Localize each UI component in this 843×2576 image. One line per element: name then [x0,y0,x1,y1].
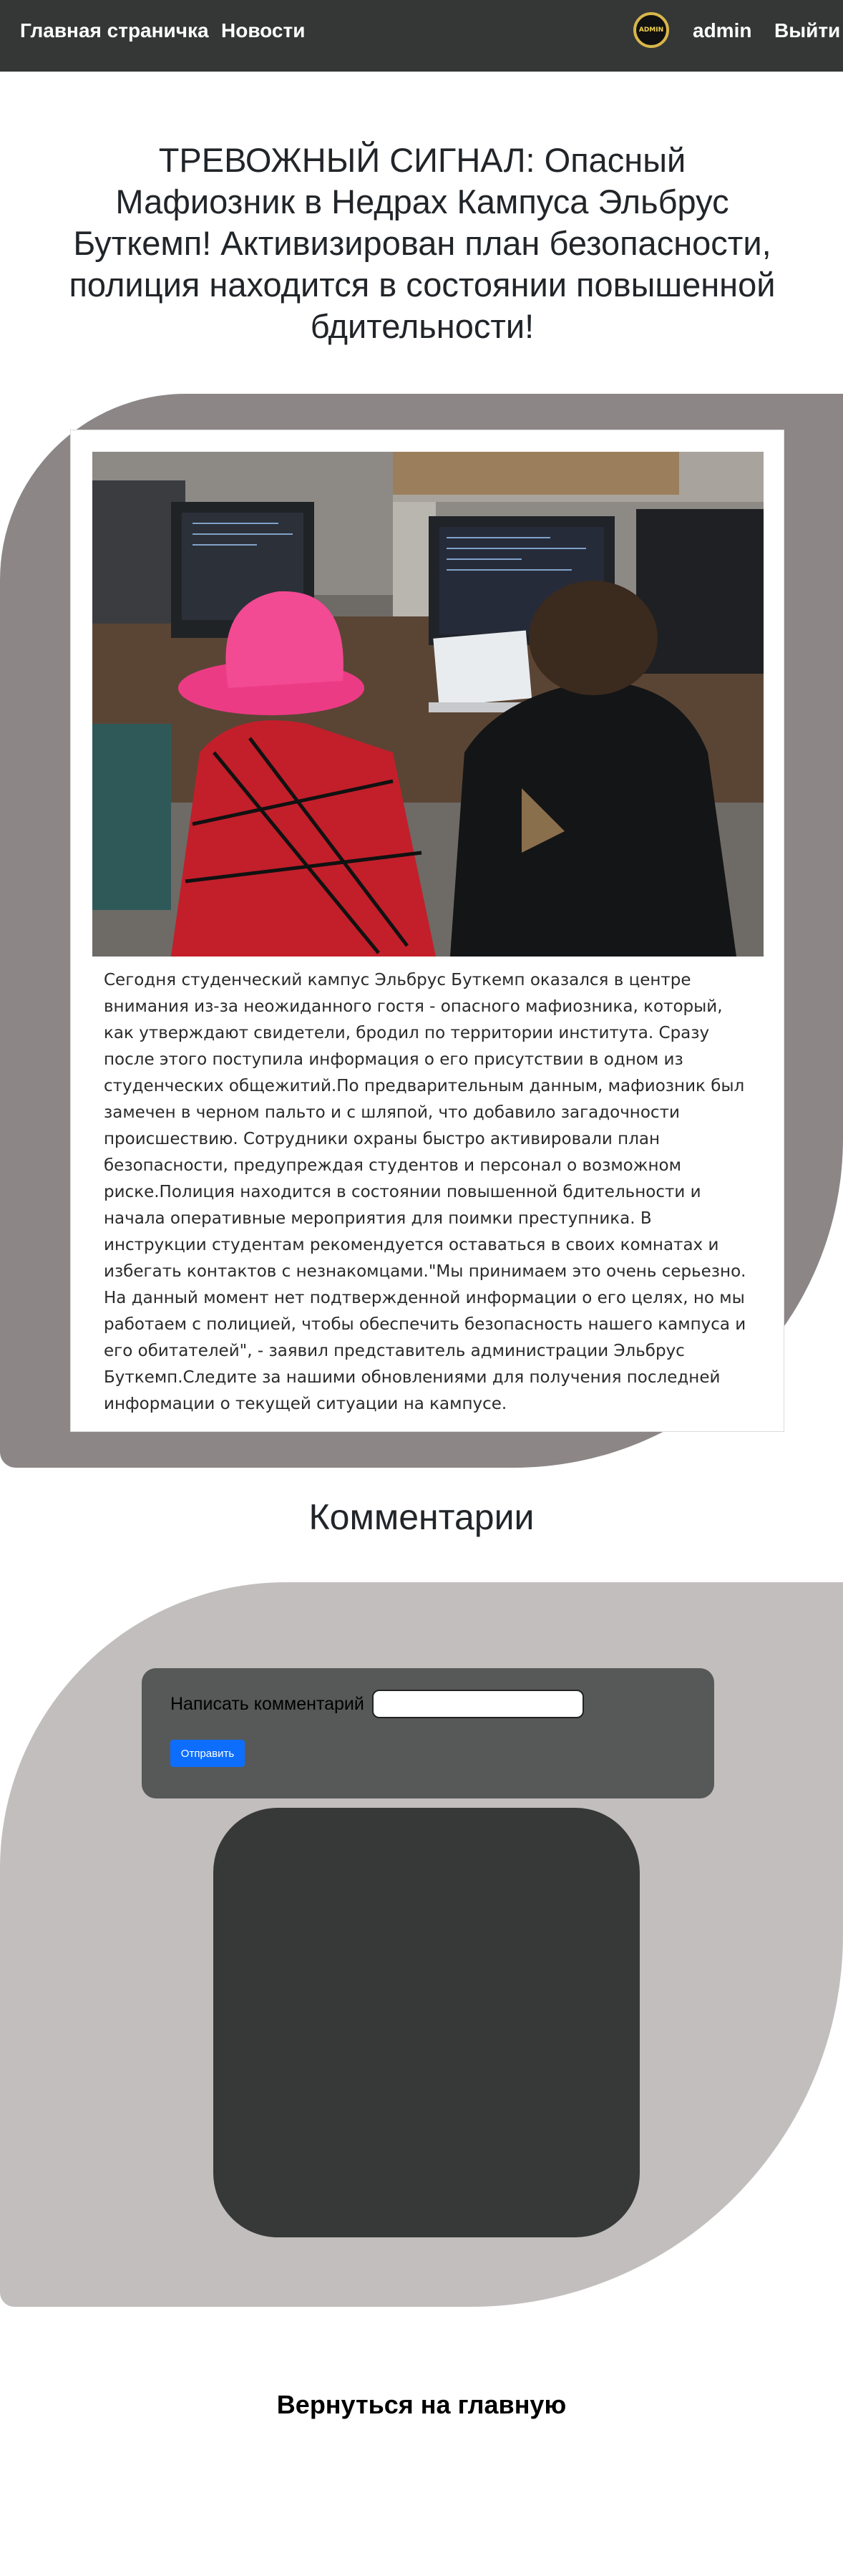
comment-input[interactable] [372,1690,584,1718]
comment-label: Написать комментарий [170,1694,364,1714]
top-navbar: Главная страничка Новости ADMIN admin Вы… [0,0,843,72]
article-body: Сегодня студенческий кампус Эльбрус Бутк… [104,971,746,1413]
nav-news-link[interactable]: Новости [221,19,305,43]
article-photo-illustration [92,452,764,957]
avatar-label: ADMIN [638,26,664,34]
avatar[interactable]: ADMIN [633,12,669,48]
article-card: Сегодня студенческий кампус Эльбрус Бутк… [70,430,784,1432]
nav-home-link[interactable]: Главная страничка [20,19,209,43]
comment-form: Написать комментарий Отправить [142,1668,714,1798]
article-photo [92,452,764,957]
back-to-home-link[interactable]: Вернуться на главную [0,2390,843,2420]
article-title: ТРЕВОЖНЫЙ СИГНАЛ: Опасный Мафиозник в Не… [69,141,776,345]
nav-username[interactable]: admin [693,19,751,43]
submit-comment-button[interactable]: Отправить [170,1740,245,1767]
comments-title: Комментарии [308,1497,535,1537]
nav-logout-link[interactable]: Выйти [774,19,840,43]
comments-list-panel [213,1808,640,2237]
